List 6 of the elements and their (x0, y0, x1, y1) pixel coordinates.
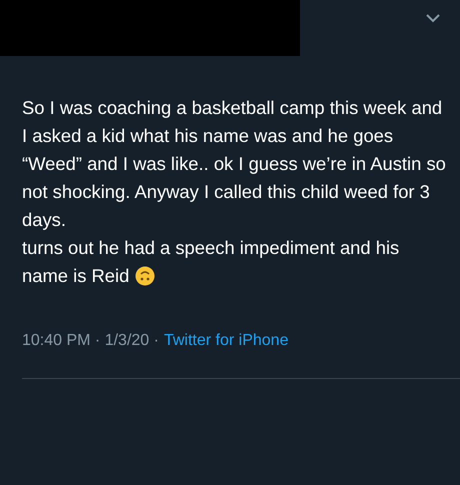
upside-down-face-icon (135, 266, 156, 286)
tweet-timestamp: 10:40 PM · 1/3/20 · (22, 332, 159, 350)
tweet-text: So I was coaching a basketball camp this week and I asked a kid what his name was and he goes “Weed” and I was like.. ok I guess we’re in Austin so not shocking. Anyway I called this child weed for 3 days. (22, 96, 447, 232)
source-link[interactable]: Twitter for iPhone (164, 332, 288, 350)
tweet-text: turns out he had a speech impediment and his name is Reid (22, 236, 400, 288)
chevron-icon[interactable] (426, 14, 440, 23)
